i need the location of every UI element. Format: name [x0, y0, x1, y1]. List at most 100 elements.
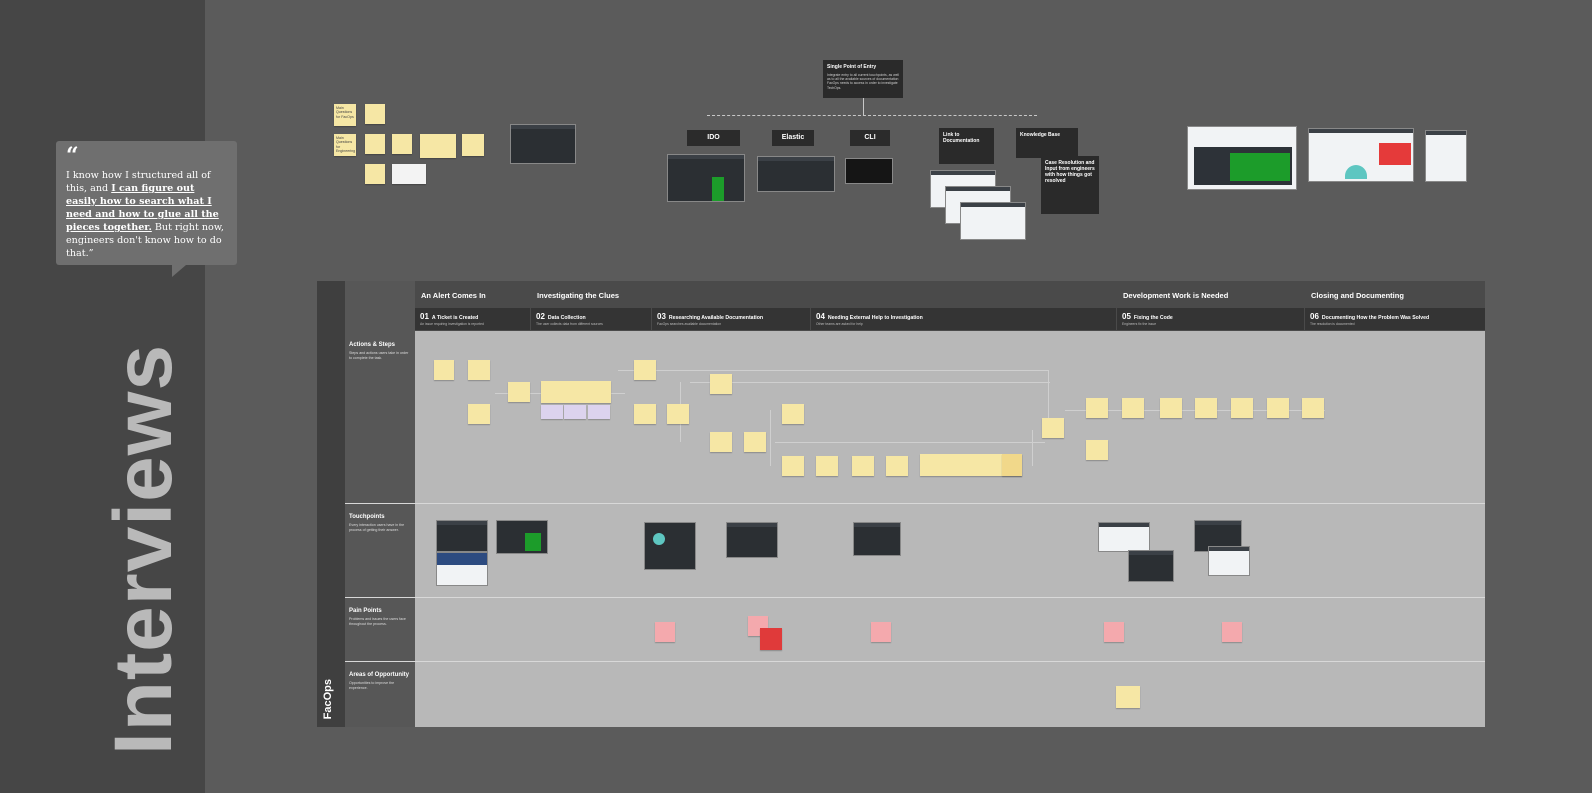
action-note[interactable]: [564, 405, 586, 419]
action-note[interactable]: [1231, 398, 1253, 418]
action-note[interactable]: [434, 360, 454, 380]
step-num: 02: [536, 312, 545, 321]
row-divider: [345, 597, 1485, 598]
action-note[interactable]: [852, 456, 874, 476]
sticky-note[interactable]: [392, 134, 412, 154]
step-3[interactable]: 03 Researching Available Documentation Fac…: [652, 308, 810, 330]
elastic-screenshot[interactable]: [757, 156, 835, 192]
case-resolution-box[interactable]: Case Resolution and Input from engineers…: [1041, 156, 1099, 214]
touchpoint-screenshot[interactable]: [436, 552, 488, 586]
action-note[interactable]: [634, 404, 656, 424]
touchpoint-screenshot[interactable]: [436, 520, 488, 552]
action-note[interactable]: [782, 404, 804, 424]
step-title: Documenting How the Problem Was Solved: [1321, 315, 1430, 321]
touchpoint-screenshot[interactable]: [1128, 550, 1174, 582]
docs-link-box[interactable]: Link to Documentation: [939, 128, 994, 164]
cli-screenshot[interactable]: [845, 158, 893, 184]
dashboard-screenshot[interactable]: [1308, 128, 1414, 182]
step-title: Researching Available Documentation: [668, 315, 764, 321]
phase-investigating: Investigating the Clues: [537, 291, 620, 300]
action-note[interactable]: [468, 360, 490, 380]
row-divider: [345, 503, 1485, 504]
action-note[interactable]: [468, 404, 490, 424]
gauge: [1345, 165, 1367, 179]
action-note[interactable]: [816, 456, 838, 476]
action-note[interactable]: [508, 382, 530, 402]
action-note[interactable]: [1195, 398, 1217, 418]
pain-note-critical[interactable]: [760, 628, 782, 650]
step-title: Data Collection: [547, 315, 586, 321]
touchpoint-screenshot[interactable]: [1208, 546, 1250, 576]
action-note[interactable]: [1002, 454, 1022, 476]
step-1[interactable]: 01 A Ticket is Created An issue requiring …: [415, 308, 530, 330]
action-note[interactable]: [1086, 398, 1108, 418]
step-title: A Ticket is Created: [431, 315, 479, 321]
pain-note[interactable]: [655, 622, 675, 642]
entry-body: Integrate entry to all current touchpoin…: [827, 73, 899, 90]
pain-note[interactable]: [1222, 622, 1242, 642]
sticky-note[interactable]: [462, 134, 484, 156]
sticky-note[interactable]: [365, 104, 385, 124]
sticky-note[interactable]: Main Questions for FacOps: [334, 104, 356, 126]
knowledge-base-box[interactable]: Knowledge Base: [1016, 128, 1078, 158]
opportunity-note[interactable]: [1116, 686, 1140, 708]
step-4[interactable]: 04 Needing External Help to Investigation…: [811, 308, 1116, 330]
pain-note[interactable]: [871, 622, 891, 642]
step-5[interactable]: 05 Fixing the Code Engineers fix the issue: [1117, 308, 1304, 330]
docs-screenshot[interactable]: [960, 202, 1026, 240]
tool-cli[interactable]: CLI: [850, 130, 890, 146]
action-note[interactable]: [744, 432, 766, 452]
screenshot-thumbnail[interactable]: [510, 124, 576, 164]
action-note[interactable]: [1302, 398, 1324, 418]
step-desc: The user collects data from different so…: [536, 322, 603, 326]
action-note[interactable]: [667, 404, 689, 424]
action-note[interactable]: [1122, 398, 1144, 418]
pain-note[interactable]: [1104, 622, 1124, 642]
action-note[interactable]: [782, 456, 804, 476]
lane-strip: FacOps: [317, 281, 345, 727]
touchpoint-screenshot[interactable]: [726, 522, 778, 558]
step-num: 06: [1310, 312, 1319, 321]
sticky-text: Main Questions for FacOps: [336, 106, 354, 119]
entry-title: Single Point of Entry: [827, 64, 877, 70]
sticky-note[interactable]: [365, 134, 385, 154]
sticky-note[interactable]: [392, 164, 426, 184]
step-6[interactable]: 06 Documenting How the Problem Was Solved…: [1305, 308, 1485, 330]
action-note-wide[interactable]: [541, 381, 611, 403]
dashboard-screenshot[interactable]: [1187, 126, 1297, 190]
action-note[interactable]: [634, 360, 656, 380]
action-note[interactable]: [710, 432, 732, 452]
row-label-pain-points: Pain Points Problems and issues the users…: [349, 608, 409, 626]
row-label-touchpoints: Touchpoints Every interaction users have …: [349, 514, 409, 532]
sticky-note[interactable]: [365, 164, 385, 184]
doc-screenshot[interactable]: [1425, 130, 1467, 182]
action-note[interactable]: [1086, 440, 1108, 460]
tool-ido[interactable]: IDO: [687, 130, 740, 146]
touchpoint-screenshot[interactable]: [853, 522, 901, 556]
tool-elastic[interactable]: Elastic: [772, 130, 814, 146]
touchpoint-screenshot[interactable]: [644, 522, 696, 570]
action-note[interactable]: [588, 405, 610, 419]
ido-screenshot[interactable]: [667, 154, 745, 202]
gauge: [653, 533, 665, 545]
action-note[interactable]: [541, 405, 563, 419]
touchpoint-screenshot[interactable]: [496, 520, 548, 554]
entry-box[interactable]: Single Point of Entry Integrate entry to…: [823, 60, 903, 98]
step-2[interactable]: 02 Data Collection The user collects data …: [531, 308, 651, 330]
action-note[interactable]: [1160, 398, 1182, 418]
action-note[interactable]: [886, 456, 908, 476]
connector: [707, 115, 1037, 116]
touchpoint-screenshot[interactable]: [1098, 522, 1150, 552]
sticky-note[interactable]: Main Questions for Engineering: [334, 134, 356, 156]
knowledge-title: Knowledge Base: [1020, 132, 1061, 138]
chart-block: [1230, 153, 1290, 181]
phase-development: Development Work is Needed: [1123, 291, 1229, 300]
row-touchpoints: [415, 504, 1485, 597]
connector: [863, 98, 864, 115]
step-desc: Engineers fix the issue: [1122, 322, 1157, 326]
action-note[interactable]: [710, 374, 732, 394]
sticky-note[interactable]: [420, 134, 456, 158]
action-note[interactable]: [1267, 398, 1289, 418]
row-opportunity: [415, 662, 1485, 727]
action-note[interactable]: [1042, 418, 1064, 438]
